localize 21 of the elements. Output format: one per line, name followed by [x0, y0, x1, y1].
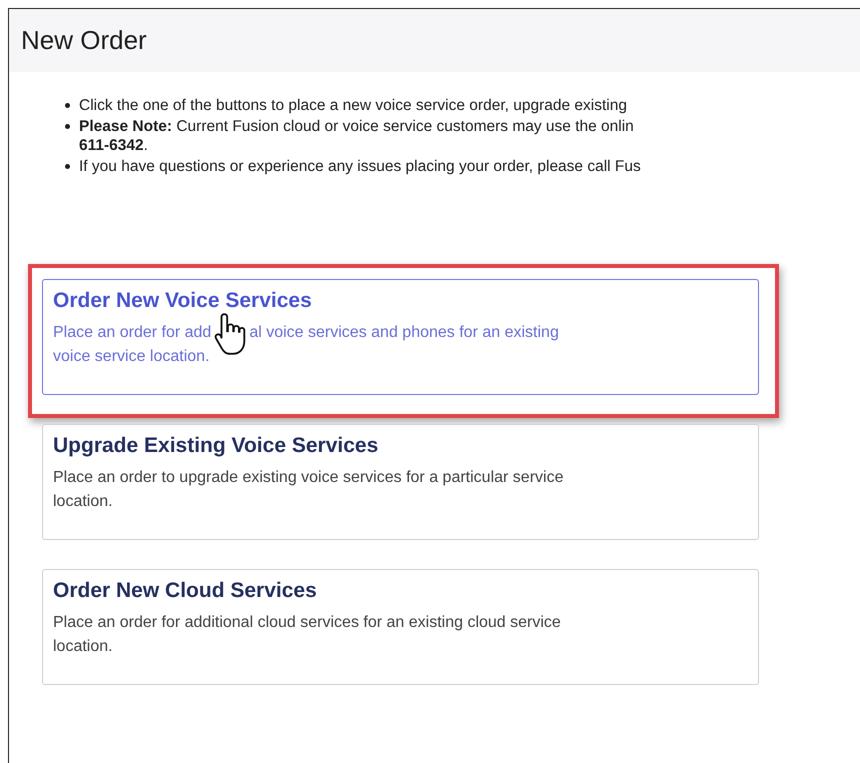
option-description: Place an order to upgrade existing voice services for a particular service: [53, 469, 564, 486]
instruction-text: Click the one of the buttons to place a new voice service order, upgrade existing: [79, 96, 627, 116]
bullet-icon: [65, 103, 70, 108]
order-option-card[interactable]: Upgrade Existing Voice Services Place an order to upgrade existing voice services for a particular service location.: [42, 424, 759, 540]
option-description: Place an order for additional cloud services for an existing cloud service: [53, 614, 561, 631]
instruction-text: If you have questions or experience any issues placing your order, please call Fus: [79, 156, 641, 176]
option-description: voice service location.: [53, 348, 210, 365]
option-description: location.: [53, 638, 113, 655]
bullet-icon: [65, 164, 70, 168]
hand-pointer-icon: [213, 311, 248, 357]
option-description: location.: [53, 493, 113, 510]
option-title: Upgrade Existing Voice Services: [53, 434, 380, 458]
instruction-text: Please Note: Current Fusion cloud or voice service customers may use the onlin 611-6342.: [79, 116, 634, 156]
page-title: New Order: [21, 25, 147, 56]
order-option-card[interactable]: Order New Cloud Services Place an order for additional cloud services for an existing cloud service location.: [42, 569, 759, 685]
option-title: Order New Voice Services: [53, 289, 313, 313]
option-description: al voice services and phones for an existing: [249, 324, 559, 341]
option-description: Place an order for add: [53, 324, 212, 341]
bullet-icon: [65, 124, 70, 128]
order-option-card[interactable]: Order New Voice Services Place an order for add al voice services and phones for an existing voice service location.: [42, 279, 759, 395]
option-title: Order New Cloud Services: [53, 579, 318, 603]
